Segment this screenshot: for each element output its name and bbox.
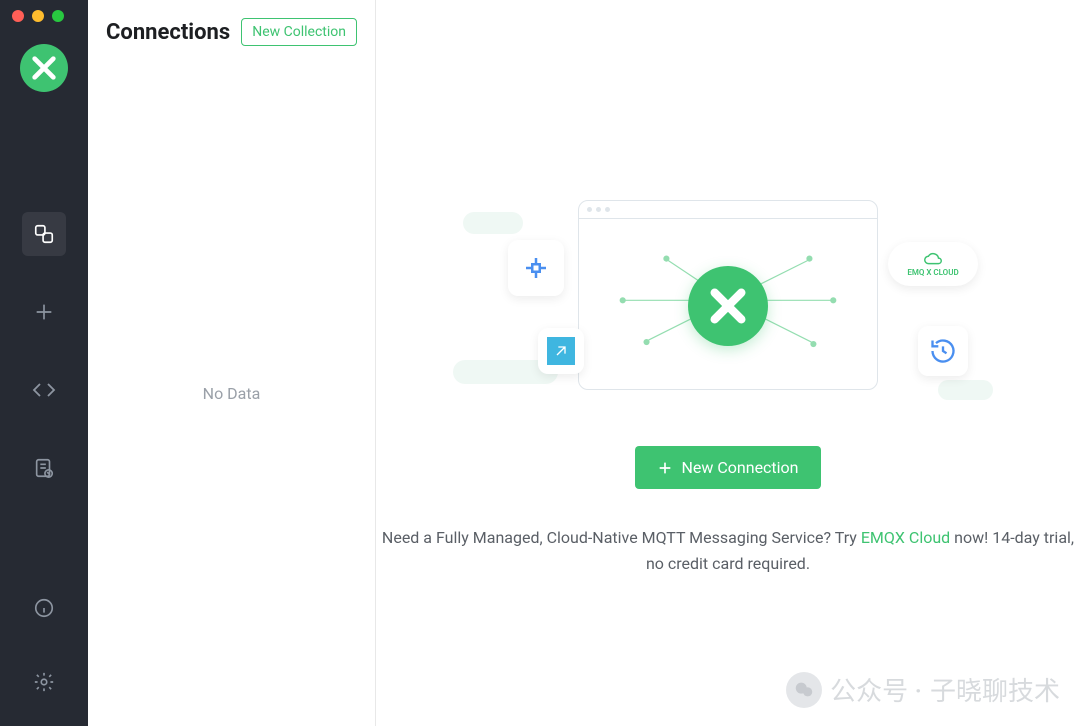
new-collection-button[interactable]: New Collection xyxy=(241,18,357,46)
emqx-cloud-link[interactable]: EMQX Cloud xyxy=(861,528,950,547)
maximize-window-icon[interactable] xyxy=(52,10,64,22)
watermark: 公众号 · 子晓聊技术 xyxy=(786,671,1060,708)
new-connection-label: New Connection xyxy=(681,458,798,477)
promo-prefix: Need a Fully Managed, Cloud-Native MQTT … xyxy=(382,528,861,547)
close-window-icon[interactable] xyxy=(12,10,24,22)
integration-card-icon xyxy=(918,326,968,376)
cloud-icon xyxy=(938,380,993,400)
watermark-prefix: 公众号 · xyxy=(830,671,922,708)
empty-state-illustration: EMQ X CLOUD xyxy=(518,200,938,410)
no-data-label: No Data xyxy=(203,384,261,403)
about-nav-item[interactable] xyxy=(22,586,66,630)
minimize-window-icon[interactable] xyxy=(32,10,44,22)
plus-icon xyxy=(657,460,673,476)
integration-card-icon xyxy=(538,328,584,374)
wechat-icon xyxy=(786,672,822,708)
emqx-logo-icon xyxy=(688,266,768,346)
app-logo-icon xyxy=(20,44,68,92)
connections-sidebar: Connections New Collection No Data xyxy=(88,0,376,726)
scripts-nav-item[interactable] xyxy=(22,368,66,412)
watermark-name: 子晓聊技术 xyxy=(930,671,1060,708)
new-connection-button[interactable]: New Connection xyxy=(635,446,820,489)
emqx-cloud-card: EMQ X CLOUD xyxy=(888,242,978,286)
integration-card-icon xyxy=(508,240,564,296)
window-controls[interactable] xyxy=(12,10,64,22)
main-panel: EMQ X CLOUD New Connection Need a Fully … xyxy=(376,0,1080,726)
emqx-cloud-label: EMQ X CLOUD xyxy=(907,268,958,277)
nav-rail xyxy=(0,0,88,726)
log-nav-item[interactable] xyxy=(22,446,66,490)
new-nav-item[interactable] xyxy=(22,290,66,334)
connections-nav-item[interactable] xyxy=(22,212,66,256)
settings-nav-item[interactable] xyxy=(22,660,66,704)
sidebar-title: Connections xyxy=(106,20,230,45)
promo-text: Need a Fully Managed, Cloud-Native MQTT … xyxy=(378,525,1078,576)
cloud-icon xyxy=(463,212,523,234)
